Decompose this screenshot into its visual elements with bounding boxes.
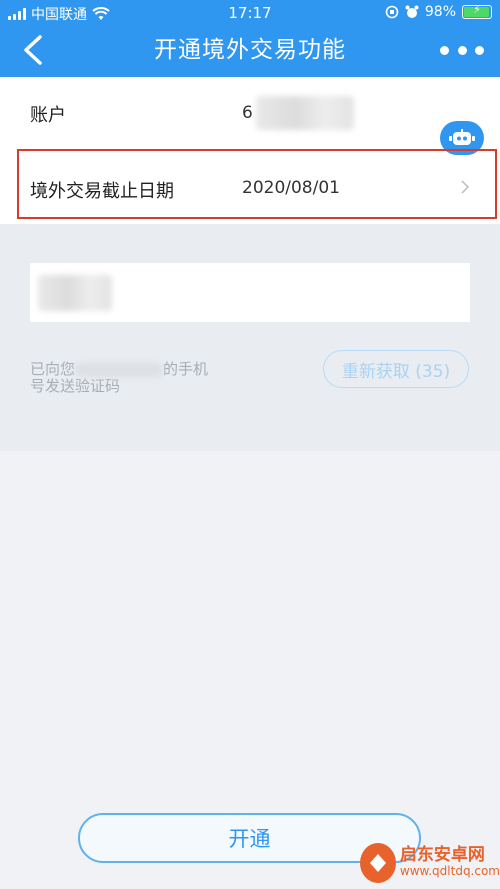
sms-sent-hint: 已向您 的手机 号发送验证码 bbox=[30, 361, 240, 395]
verification-code-input[interactable] bbox=[30, 263, 470, 322]
nav-header: 中国联通 17:17 98% ⚡ 开通境外交易功能 bbox=[0, 0, 500, 77]
battery-percent: 98% bbox=[424, 4, 456, 20]
watermark-logo-icon bbox=[360, 843, 396, 883]
account-label: 账户 bbox=[30, 105, 66, 126]
resend-code-button[interactable]: 重新获取 (35) bbox=[323, 350, 469, 388]
code-input-redacted bbox=[38, 275, 112, 311]
watermark-url: www.qdltdq.com bbox=[399, 864, 500, 878]
watermark-name: 启东安卓网 bbox=[399, 845, 485, 865]
status-bar: 中国联通 17:17 98% ⚡ bbox=[0, 0, 500, 26]
site-watermark: 启东安卓网 www.qdltdq.com bbox=[360, 840, 500, 886]
alarm-icon bbox=[405, 5, 419, 18]
hint-suffix: 的手机 bbox=[163, 360, 209, 378]
more-menu-icon[interactable] bbox=[440, 40, 484, 60]
hint-prefix: 已向您 bbox=[30, 360, 76, 378]
account-number-redacted bbox=[256, 96, 354, 130]
battery-icon: ⚡ bbox=[462, 3, 492, 19]
hint-second-line: 号发送验证码 bbox=[30, 377, 121, 395]
account-value: 6 bbox=[242, 103, 253, 123]
verification-section: 已向您 的手机 号发送验证码 重新获取 (35) bbox=[0, 224, 500, 451]
expiry-row-highlight[interactable] bbox=[17, 149, 497, 219]
page-title: 开通境外交易功能 bbox=[154, 37, 346, 63]
orientation-lock-icon bbox=[385, 5, 399, 19]
phone-number-redacted bbox=[75, 362, 164, 377]
